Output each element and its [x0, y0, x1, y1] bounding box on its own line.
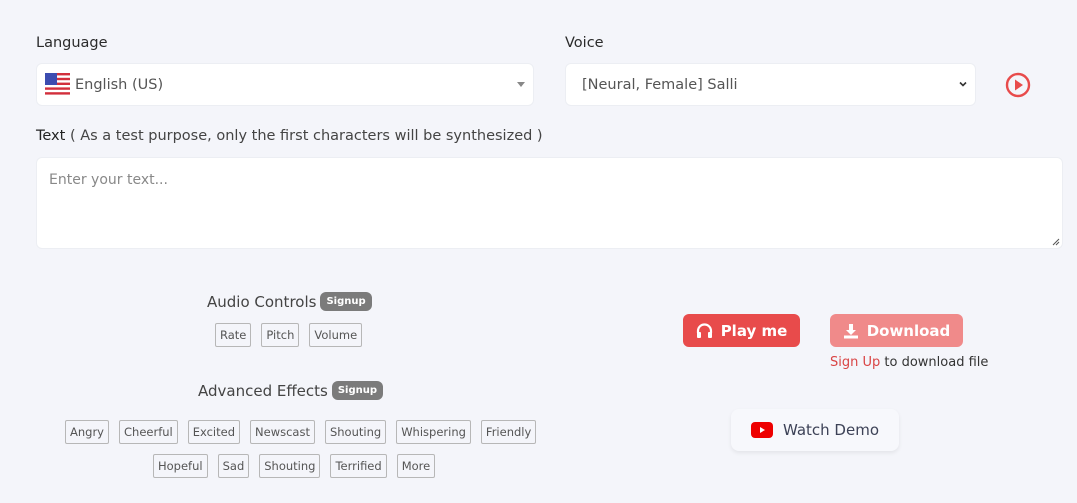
text-input-placeholder: Enter your text...	[49, 172, 168, 188]
download-label: Download	[866, 321, 951, 340]
advanced-effects-label: Advanced Effects	[198, 381, 328, 400]
youtube-icon	[750, 422, 773, 438]
text-label: Text ( As a test purpose, only the first…	[36, 128, 543, 144]
chip-shouting-2[interactable]: Shouting	[259, 454, 321, 478]
chip-more[interactable]: More	[396, 454, 436, 478]
caret-down-icon	[517, 82, 525, 87]
chip-hopeful[interactable]: Hopeful	[153, 454, 208, 478]
signup-suffix: to download file	[880, 355, 989, 370]
play-me-label: Play me	[720, 321, 788, 340]
chip-shouting[interactable]: Shouting	[324, 420, 387, 444]
headphones-icon	[696, 322, 712, 338]
audio-controls-label: Audio Controls	[207, 292, 317, 311]
play-me-button[interactable]: Play me	[683, 314, 800, 347]
signup-badge[interactable]: Signup	[320, 292, 372, 311]
audio-controls-title: Audio Controls Signup	[207, 292, 372, 311]
signup-link[interactable]: Sign Up	[830, 355, 880, 370]
us-flag-icon	[45, 72, 70, 97]
chip-rate[interactable]: Rate	[215, 323, 252, 347]
text-label-title: Text	[36, 128, 66, 144]
chip-volume[interactable]: Volume	[309, 323, 363, 347]
signup-note: Sign Up to download file	[830, 355, 988, 370]
chip-newscast[interactable]: Newscast	[250, 420, 315, 444]
chip-pitch[interactable]: Pitch	[261, 323, 300, 347]
chip-whispering[interactable]: Whispering	[396, 420, 471, 444]
chip-friendly[interactable]: Friendly	[480, 420, 537, 444]
language-label: Language	[36, 35, 108, 51]
play-circle-icon[interactable]	[1005, 72, 1031, 98]
language-selected-value: English (US)	[75, 76, 164, 93]
resize-handle-icon[interactable]	[1051, 237, 1060, 246]
text-input[interactable]: Enter your text...	[36, 157, 1063, 249]
voice-selected-value: [Neural, Female] Salli	[582, 76, 738, 93]
effects-row-1: Angry Cheerful Excited Newscast Shouting…	[65, 420, 537, 444]
download-icon	[843, 323, 858, 338]
watch-demo-label: Watch Demo	[782, 421, 880, 439]
chip-angry[interactable]: Angry	[65, 420, 109, 444]
chip-excited[interactable]: Excited	[187, 420, 241, 444]
audio-controls-list: Rate Pitch Volume	[215, 323, 363, 347]
download-button[interactable]: Download	[830, 314, 963, 347]
chip-sad[interactable]: Sad	[217, 454, 250, 478]
chip-cheerful[interactable]: Cheerful	[119, 420, 178, 444]
language-select[interactable]: English (US)	[36, 63, 534, 106]
effects-row-2: Hopeful Sad Shouting Terrified More	[153, 454, 436, 478]
advanced-effects-title: Advanced Effects Signup	[198, 381, 384, 400]
chip-terrified[interactable]: Terrified	[330, 454, 387, 478]
signup-badge[interactable]: Signup	[331, 381, 384, 400]
voice-label: Voice	[565, 35, 604, 51]
watch-demo-button[interactable]: Watch Demo	[731, 409, 899, 451]
voice-select[interactable]: [Neural, Female] Salli	[565, 63, 976, 106]
text-label-note: ( As a test purpose, only the first char…	[69, 128, 543, 144]
chevron-down-icon	[959, 81, 967, 87]
